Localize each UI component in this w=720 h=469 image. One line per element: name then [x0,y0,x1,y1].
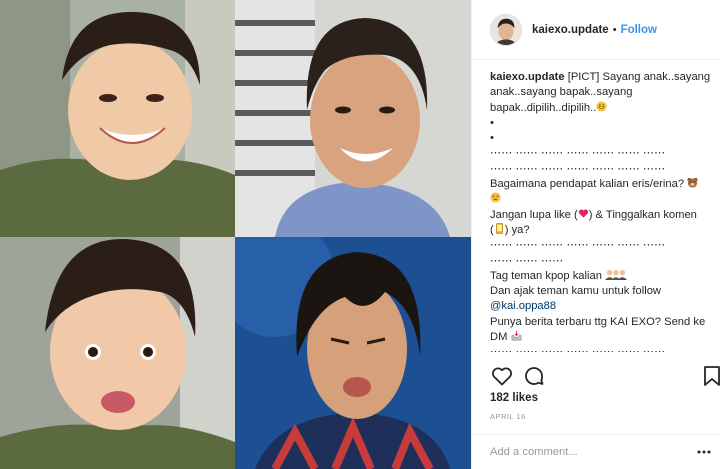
post-actions [490,364,720,390]
caption-bullet: • [490,116,494,129]
caption-separator: ⋯⋯ ⋯⋯ ⋯⋯ ⋯⋯ ⋯⋯ ⋯⋯ ⋯⋯ [490,147,666,160]
heart-outline-icon[interactable] [490,364,514,388]
post-username[interactable]: kaiexo.update [532,24,609,36]
people-emoji-icon [605,269,628,280]
red-heart-emoji-icon [578,209,588,218]
bear-face-emoji-icon [687,177,698,188]
caption-bullet: • [490,132,494,145]
caption-like-text: ) ya? [504,223,530,236]
likes-count[interactable]: 182 likes [490,392,538,404]
caption-username[interactable]: kaiexo.update [490,71,565,83]
photo-man-smiling [235,0,471,237]
mention-link[interactable]: @kai.oppa88 [490,300,556,312]
post-date: APRIL 16 [490,412,526,421]
caption-question: Bagaimana pendapat kalian eris/erina? [490,178,685,191]
post-header: kaiexo.update • Follow [472,0,720,60]
caption-like-text: ) & Tinggalkan komen [588,208,697,221]
phone-emoji-icon [495,223,503,234]
bookmark-icon[interactable] [700,364,720,388]
caption-line: bapak..dipilih..dipilih.. [490,101,597,114]
follow-button[interactable]: Follow [621,24,657,36]
speech-bubble-icon[interactable] [522,364,546,388]
inbox-tray-emoji-icon [511,330,521,341]
caption-separator: ⋯⋯ ⋯⋯ ⋯⋯ ⋯⋯ ⋯⋯ ⋯⋯ ⋯⋯ [490,345,714,352]
post-caption: kaiexo.update [PICT] Sayang anak..sayang… [490,70,714,352]
caption-text: [PICT] Sayang anak..sayang [564,71,711,83]
comment-input[interactable] [490,443,690,461]
caption-news-text: Punya berita terbaru ttg KAI EXO? Send k… [490,315,706,328]
caption-separator: ⋯⋯ ⋯⋯ ⋯⋯ ⋯⋯ ⋯⋯ ⋯⋯ ⋯⋯ [490,239,666,252]
photo-child-smiling [0,0,235,237]
caption-dm-text: DM [490,331,508,344]
caption-invite-text: Dan ajak teman kamu untuk follow [490,285,662,298]
caption-separator: ⋯⋯ ⋯⋯ ⋯⋯ [490,254,564,267]
avatar[interactable] [490,13,522,46]
ellipsis-icon[interactable] [697,447,711,457]
grinning-face-emoji-icon [596,101,607,112]
comment-box [472,434,720,469]
header-separator: • [612,23,617,36]
caption-like-text: Jangan lupa like ( [490,208,578,221]
post-photo-collage[interactable] [0,0,471,469]
caption-separator: ⋯⋯ ⋯⋯ ⋯⋯ ⋯⋯ ⋯⋯ ⋯⋯ ⋯⋯ [490,162,666,175]
post-side-panel: kaiexo.update • Follow kaiexo.update [PI… [471,0,720,469]
caption-tag-text: Tag teman kpop kalian [490,269,602,282]
photo-man-pouting [235,237,471,469]
photo-child-pouting [0,237,235,469]
caption-line: anak..sayang bapak..sayang [490,86,633,99]
heart-eyes-emoji-icon [490,192,501,203]
